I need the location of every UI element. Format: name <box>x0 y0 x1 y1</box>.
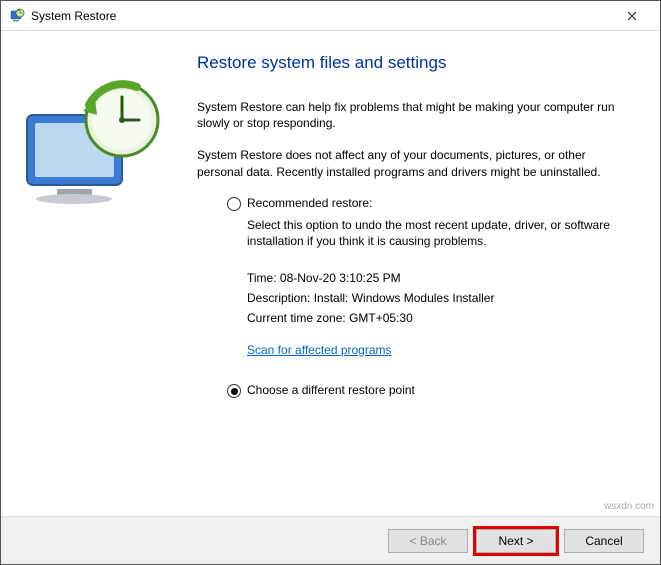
description-value: Install: Windows Modules Installer <box>314 291 495 305</box>
radio-checked-icon <box>227 384 241 398</box>
content-area: Restore system files and settings System… <box>1 31 660 516</box>
different-restore-radio-row[interactable]: Choose a different restore point <box>227 383 634 398</box>
recommended-restore-label: Recommended restore: <box>247 196 372 210</box>
restore-timezone-line: Current time zone: GMT+05:30 <box>247 311 634 325</box>
next-button[interactable]: Next > <box>476 529 556 553</box>
restore-description-line: Description: Install: Windows Modules In… <box>247 291 634 305</box>
recommended-restore-desc: Select this option to undo the most rece… <box>247 217 634 249</box>
scan-affected-programs-link[interactable]: Scan for affected programs <box>247 343 392 357</box>
timezone-label: Current time zone: <box>247 311 346 325</box>
timezone-value: GMT+05:30 <box>349 311 413 325</box>
time-label: Time: <box>247 271 277 285</box>
restore-time-line: Time: 08-Nov-20 3:10:25 PM <box>247 271 634 285</box>
system-restore-window: System Restore <box>0 0 661 565</box>
page-heading: Restore system files and settings <box>197 53 634 73</box>
different-restore-option: Choose a different restore point <box>227 383 634 398</box>
right-pane: Restore system files and settings System… <box>197 45 644 510</box>
titlebar: System Restore <box>1 1 660 31</box>
recommended-restore-option: Recommended restore: Select this option … <box>227 196 634 373</box>
different-restore-label: Choose a different restore point <box>247 383 415 397</box>
description-label: Description: <box>247 291 310 305</box>
time-value: 08-Nov-20 3:10:25 PM <box>280 271 401 285</box>
close-button[interactable] <box>612 2 652 30</box>
intro-paragraph-2: System Restore does not affect any of yo… <box>197 147 634 179</box>
window-title: System Restore <box>31 9 612 23</box>
intro-paragraph-1: System Restore can help fix problems tha… <box>197 99 634 131</box>
radio-unchecked-icon <box>227 197 241 211</box>
system-restore-icon <box>9 8 25 24</box>
watermark-text: wsxdn.com <box>604 501 654 512</box>
left-pane <box>17 45 197 510</box>
recommended-restore-radio-row[interactable]: Recommended restore: <box>227 196 634 211</box>
cancel-button[interactable]: Cancel <box>564 529 644 553</box>
wizard-footer: < Back Next > Cancel <box>1 516 660 564</box>
back-button: < Back <box>388 529 468 553</box>
restore-illustration-icon <box>17 75 177 215</box>
